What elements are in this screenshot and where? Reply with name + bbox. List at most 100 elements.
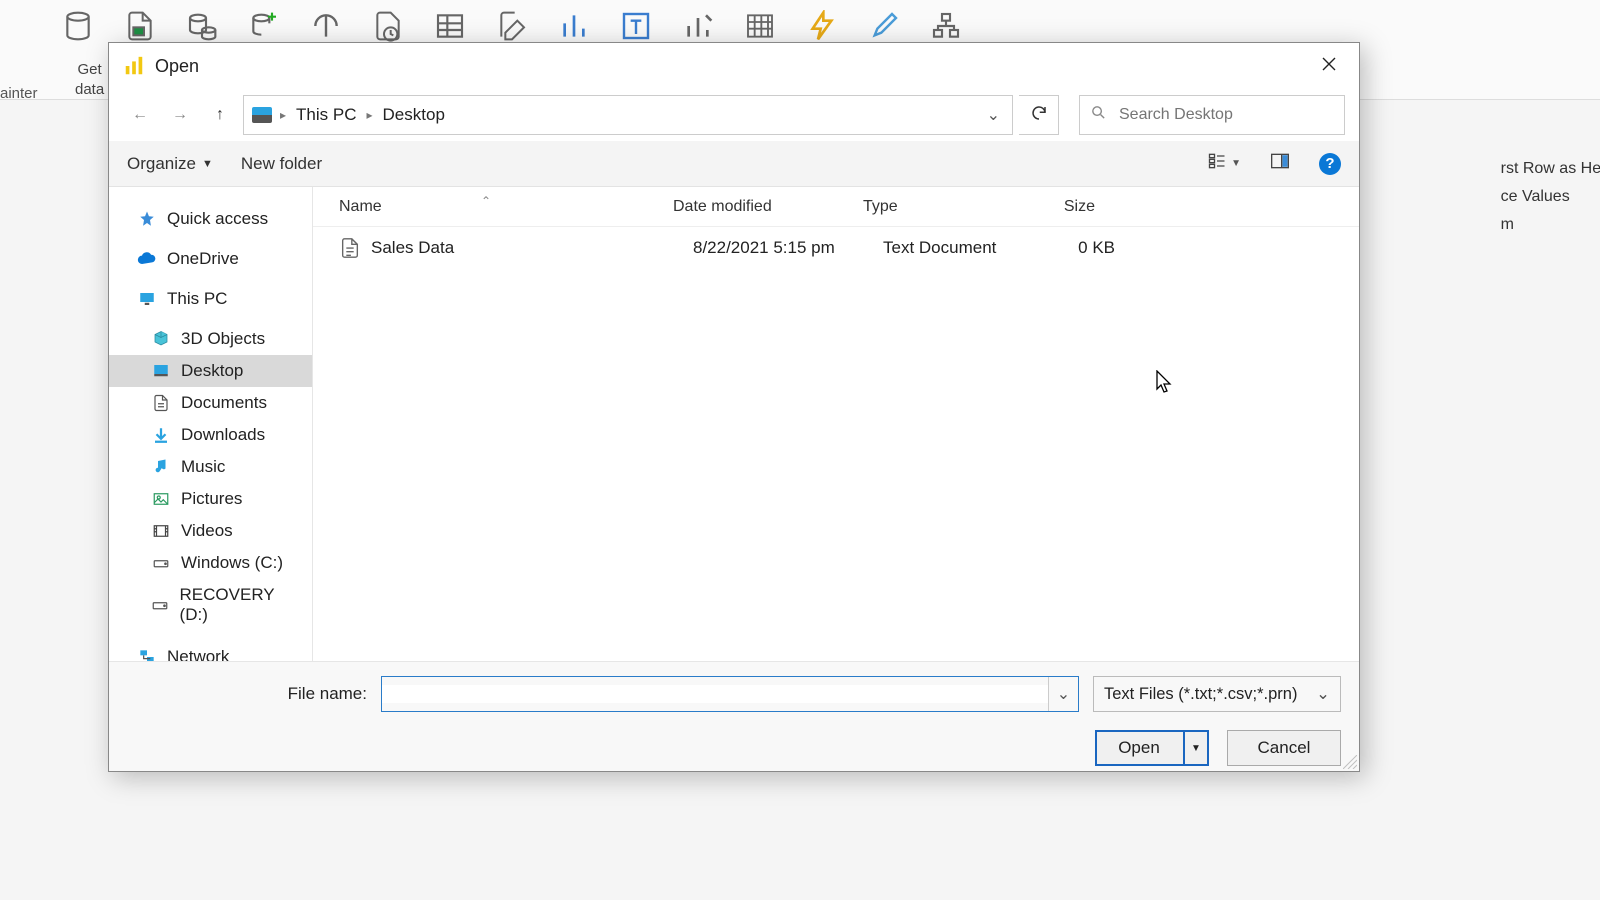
arrow-left-icon: ← — [132, 106, 148, 124]
chevron-down-icon: ⌄ — [1057, 684, 1070, 704]
file-type-filter[interactable]: Text Files (*.txt;*.csv;*.prn) ⌄ — [1093, 676, 1341, 712]
ribbon-add-data-button[interactable] — [246, 8, 282, 44]
chevron-down-icon: ⌄ — [1316, 684, 1330, 704]
ribbon-excel-button[interactable] — [122, 8, 158, 44]
ribbon-paint-button[interactable] — [866, 8, 902, 44]
text-box-icon — [618, 8, 654, 44]
ribbon-recent-button[interactable] — [370, 8, 406, 44]
file-name-input[interactable] — [382, 685, 1048, 703]
ribbon-structure-button[interactable] — [928, 8, 964, 44]
sidebar-this-pc[interactable]: This PC — [109, 283, 312, 315]
dialog-title: Open — [155, 56, 1307, 77]
file-type: Text Document — [869, 238, 1029, 258]
table-icon — [432, 8, 468, 44]
open-split-dropdown[interactable]: ▼ — [1183, 732, 1207, 764]
sort-asc-icon: ⌃ — [481, 194, 491, 208]
ribbon-text-box-button[interactable] — [618, 8, 654, 44]
ribbon-sql-button[interactable] — [184, 8, 220, 44]
sidebar-downloads[interactable]: Downloads — [109, 419, 312, 451]
refresh-icon — [1030, 104, 1048, 127]
star-icon — [137, 209, 157, 229]
chart-icon — [556, 8, 592, 44]
list-view-icon — [1207, 151, 1227, 176]
file-name: Sales Data — [371, 238, 679, 258]
chevron-down-icon: ▼ — [1191, 743, 1201, 754]
sidebar-videos[interactable]: Videos — [109, 515, 312, 547]
bar-chart-icon — [680, 8, 716, 44]
column-date-modified[interactable]: Date modified — [659, 198, 849, 216]
sidebar-recovery-d[interactable]: RECOVERY (D:) — [109, 579, 312, 631]
ribbon-get-data-button[interactable] — [60, 8, 96, 44]
sidebar-quick-access[interactable]: Quick access — [109, 203, 312, 235]
preview-pane-icon — [1269, 151, 1291, 176]
network-icon — [137, 647, 157, 661]
powerbi-icon — [123, 55, 145, 77]
sidebar-documents[interactable]: Documents — [109, 387, 312, 419]
arrow-up-icon: ↑ — [216, 106, 224, 124]
file-name-dropdown[interactable]: ⌄ — [1048, 677, 1078, 711]
desktop-icon — [151, 361, 171, 381]
ribbon-table-button[interactable] — [432, 8, 468, 44]
file-row[interactable]: Sales Data 8/22/2021 5:15 pm Text Docume… — [313, 227, 1359, 269]
new-folder-button[interactable]: New folder — [241, 154, 322, 174]
address-dropdown[interactable]: ⌄ — [983, 101, 1004, 129]
column-type[interactable]: Type — [849, 198, 1009, 216]
pictures-icon — [151, 489, 171, 509]
dialog-footer: File name: ⌄ Text Files (*.txt;*.csv;*.p… — [109, 661, 1359, 771]
cancel-button[interactable]: Cancel — [1227, 730, 1341, 766]
recent-icon — [370, 8, 406, 44]
ribbon-bar-chart-button[interactable] — [680, 8, 716, 44]
ribbon-chart-button[interactable] — [556, 8, 592, 44]
open-file-dialog: Open ← → ↑ ▸ This PC ▸ Desktop ⌄ Organiz… — [108, 42, 1360, 772]
ribbon-other-source-button[interactable] — [308, 8, 344, 44]
chevron-down-icon: ▼ — [202, 158, 213, 170]
resize-grip-icon[interactable] — [1343, 755, 1357, 769]
sidebar-pictures[interactable]: Pictures — [109, 483, 312, 515]
open-button[interactable]: Open ▼ — [1095, 730, 1209, 766]
file-list-area: ⌃ Name Date modified Type Size Sales Dat… — [313, 187, 1359, 661]
address-bar[interactable]: ▸ This PC ▸ Desktop ⌄ — [243, 95, 1013, 135]
ribbon-edit-button[interactable] — [494, 8, 530, 44]
sidebar-network[interactable]: Network — [109, 641, 312, 661]
search-box[interactable] — [1079, 95, 1345, 135]
sidebar-desktop[interactable]: Desktop — [109, 355, 312, 387]
drive-icon — [151, 553, 171, 573]
up-button[interactable]: ↑ — [203, 98, 237, 132]
back-button[interactable]: ← — [123, 98, 157, 132]
document-icon — [151, 393, 171, 413]
forward-button[interactable]: → — [163, 98, 197, 132]
organize-button[interactable]: Organize ▼ — [127, 154, 213, 174]
breadcrumb-desktop[interactable]: Desktop — [381, 101, 447, 129]
preview-pane-button[interactable] — [1269, 151, 1291, 176]
column-size[interactable]: Size — [1009, 198, 1115, 216]
sidebar-3d-objects[interactable]: 3D Objects — [109, 323, 312, 355]
close-button[interactable] — [1307, 49, 1351, 83]
chevron-right-icon: ▸ — [280, 108, 286, 122]
refresh-button[interactable] — [1019, 95, 1059, 135]
breadcrumb-this-pc[interactable]: This PC — [294, 101, 358, 129]
sidebar-music[interactable]: Music — [109, 451, 312, 483]
sidebar-windows-c[interactable]: Windows (C:) — [109, 547, 312, 579]
help-button[interactable]: ? — [1319, 153, 1341, 175]
videos-icon — [151, 521, 171, 541]
right-panel-partial: rst Row as Hea ce Values m — [1501, 160, 1600, 234]
file-date: 8/22/2021 5:15 pm — [679, 238, 869, 258]
search-input[interactable] — [1117, 105, 1334, 125]
excel-file-icon — [122, 8, 158, 44]
ribbon-matrix-button[interactable] — [742, 8, 778, 44]
search-icon — [1090, 104, 1107, 126]
cube-icon — [151, 329, 171, 349]
music-icon — [151, 457, 171, 477]
monitor-icon — [137, 289, 157, 309]
ribbon-quick-measure-button[interactable] — [804, 8, 840, 44]
column-headers: ⌃ Name Date modified Type Size — [313, 187, 1359, 227]
view-mode-button[interactable]: ▼ — [1207, 151, 1241, 176]
dialog-titlebar: Open — [109, 43, 1359, 89]
text-file-icon — [339, 237, 361, 259]
download-icon — [151, 425, 171, 445]
sql-icon — [184, 8, 220, 44]
sidebar-onedrive[interactable]: OneDrive — [109, 243, 312, 275]
column-name[interactable]: ⌃ Name — [313, 198, 659, 216]
file-name-label: File name: — [127, 684, 367, 704]
structure-icon — [928, 8, 964, 44]
